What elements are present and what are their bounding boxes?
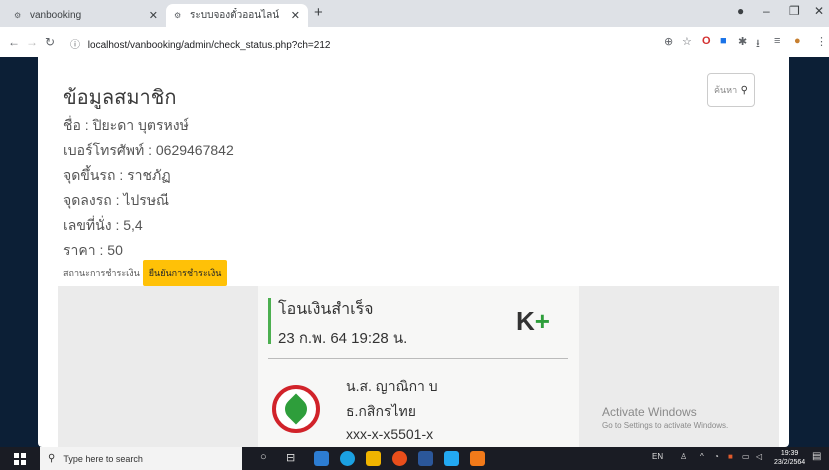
url-text: localhost/vanbooking/admin/check_status.… xyxy=(87,40,331,51)
reading-list-icon[interactable]: ≡ xyxy=(774,35,780,47)
edge-icon[interactable] xyxy=(314,451,329,466)
info-icon[interactable]: ⓘ xyxy=(70,40,80,51)
slip-account-number: xxx-x-x5501-x xyxy=(346,426,434,442)
page-background: ข้อมูลสมาชิก ชื่อ : ปิยะดา บุตรหงษ์ เบอร… xyxy=(0,57,829,447)
price: ราคา : 50 xyxy=(63,242,123,258)
globe-icon: ⚙ xyxy=(174,11,182,20)
kasikorn-bank-logo xyxy=(272,385,320,433)
people-icon[interactable]: ♙ xyxy=(680,452,687,461)
tab-title: vanbooking xyxy=(30,10,82,21)
close-tab-icon[interactable]: ✕ xyxy=(291,9,300,22)
file-explorer-icon[interactable] xyxy=(366,451,381,466)
chrome-icon[interactable] xyxy=(392,451,407,466)
watermark-title: Activate Windows xyxy=(602,405,697,419)
input-language[interactable]: EN xyxy=(652,452,663,461)
activate-windows-watermark: Activate Windows Go to Settings to activ… xyxy=(602,405,728,430)
page-title: ข้อมูลสมาชิก xyxy=(63,87,177,109)
zoom-icon[interactable]: ⊕ xyxy=(664,35,673,48)
edge-browser-icon[interactable] xyxy=(340,451,355,466)
kplus-letter: K xyxy=(516,306,535,336)
url-field[interactable]: ⓘ localhost/vanbooking/admin/check_statu… xyxy=(70,36,330,51)
forward-icon[interactable]: → xyxy=(26,35,38,49)
leaf-icon xyxy=(280,393,312,425)
slip-accent-bar xyxy=(268,298,271,344)
dropoff-point: จุดลงรถ : ไปรษณี xyxy=(63,192,170,208)
opera-extension-icon[interactable]: O xyxy=(702,35,711,47)
notification-icon[interactable]: ▤ xyxy=(812,451,821,462)
xampp-icon[interactable] xyxy=(470,451,485,466)
pickup-point: จุดขึ้นรถ : ราชภัฏ xyxy=(63,167,171,183)
avatar[interactable]: ● xyxy=(794,35,801,47)
network-icon[interactable]: ◔ xyxy=(714,452,719,461)
taskbar-search-placeholder: Type here to search xyxy=(63,453,143,464)
slip-datetime: 23 ก.พ. 64 19:28 น. xyxy=(278,330,408,347)
kplus-plus: + xyxy=(534,306,550,336)
bookmark-star-icon[interactable]: ☆ xyxy=(682,35,692,48)
word-icon[interactable] xyxy=(418,451,433,466)
download-icon[interactable]: ⭳ xyxy=(756,35,760,54)
close-window-button[interactable]: ✕ xyxy=(814,4,824,18)
slip-sender-name: น.ส. ญาณิกา บ xyxy=(346,378,438,394)
clock-date: 23/2/2564 xyxy=(774,459,806,466)
chevron-up-icon[interactable]: ^ xyxy=(700,452,704,461)
member-name: ชื่อ : ปิยะดา บุตรหงษ์ xyxy=(63,117,189,133)
globe-icon: ⚙ xyxy=(14,11,22,20)
volume-icon[interactable]: ◁ xyxy=(756,452,762,461)
search-input[interactable]: ค้นหา ⚲ xyxy=(707,73,755,107)
tab-booking[interactable]: ⚙ ระบบจองตั๋วออนไลน์ ✕ xyxy=(166,4,308,27)
task-view-icon[interactable]: ⊟ xyxy=(286,451,295,464)
browser-tab-bar: ⚙ vanbooking ✕ ⚙ ระบบจองตั๋วออนไลน์ ✕ + … xyxy=(0,0,829,27)
close-tab-icon[interactable]: ✕ xyxy=(149,9,158,22)
transfer-slip-image: โอนเงินสำเร็จ 23 ก.พ. 64 19:28 น. K+ น.ส… xyxy=(258,286,579,447)
new-tab-button[interactable]: + xyxy=(314,4,323,21)
tab-vanbooking[interactable]: ⚙ vanbooking ✕ xyxy=(6,4,166,27)
windows-taskbar: ⚲ Type here to search ○ ⊟ EN ♙ ^ ◔ ■ ▭ ◁… xyxy=(0,447,829,470)
clock-time: 19:39 xyxy=(780,450,799,457)
payment-status-row: สถานะการชำระเงิน ยืนยันการชำระเงิน xyxy=(63,260,228,286)
extension-icon[interactable]: ✱ xyxy=(738,35,747,48)
maximize-button[interactable]: ❐ xyxy=(789,4,800,18)
address-bar-row: ← → ↻ ⓘ localhost/vanbooking/admin/check… xyxy=(0,27,829,58)
tray-app-icon[interactable]: ■ xyxy=(728,452,733,461)
slip-title: โอนเงินสำเร็จ xyxy=(278,301,374,318)
extension-icon[interactable]: ■ xyxy=(720,35,727,47)
watermark-subtitle: Go to Settings to activate Windows. xyxy=(602,421,729,430)
kplus-logo: K+ xyxy=(516,306,550,337)
search-placeholder: ค้นหา xyxy=(714,85,738,95)
profile-icon[interactable]: ● xyxy=(737,4,744,18)
payment-status-label: สถานะการชำระเงิน xyxy=(63,268,140,278)
member-phone: เบอร์โทรศัพท์ : 0629467842 xyxy=(63,142,234,158)
system-clock[interactable]: 19:39 23/2/2564 xyxy=(774,449,805,467)
search-icon[interactable]: ⚲ xyxy=(741,85,748,96)
vscode-icon[interactable] xyxy=(444,451,459,466)
slip-divider xyxy=(268,358,568,359)
battery-icon[interactable]: ▭ xyxy=(742,452,750,461)
cortana-icon[interactable]: ○ xyxy=(260,451,267,463)
minimize-button[interactable]: – xyxy=(763,4,770,18)
tab-title: ระบบจองตั๋วออนไลน์ xyxy=(190,10,280,21)
search-icon: ⚲ xyxy=(48,453,56,464)
taskbar-search-input[interactable]: ⚲ Type here to search xyxy=(40,447,242,470)
menu-icon[interactable]: ⋮ xyxy=(816,35,827,48)
windows-start-icon[interactable] xyxy=(14,453,26,465)
confirm-payment-button[interactable]: ยืนยันการชำระเงิน xyxy=(142,260,228,286)
seat-numbers: เลขที่นั่ง : 5,4 xyxy=(63,217,143,233)
slip-bank-name: ธ.กสิกรไทย xyxy=(346,403,416,419)
reload-icon[interactable]: ↻ xyxy=(45,35,55,49)
back-icon[interactable]: ← xyxy=(8,35,20,49)
member-card: ข้อมูลสมาชิก ชื่อ : ปิยะดา บุตรหงษ์ เบอร… xyxy=(38,57,789,447)
